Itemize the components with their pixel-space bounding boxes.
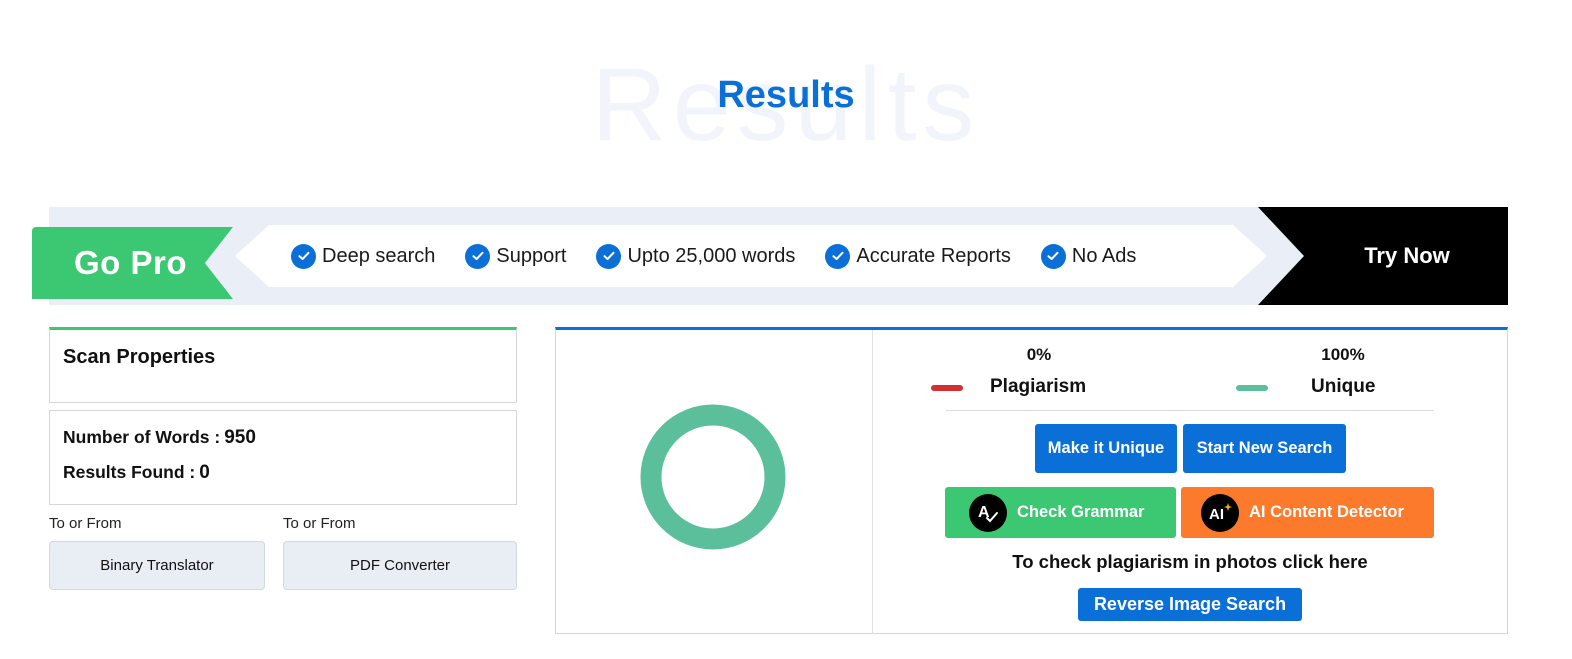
feature-label: Deep search (322, 244, 436, 267)
check-grammar-label: Check Grammar (1017, 503, 1145, 521)
scan-properties-title: Scan Properties (63, 346, 216, 368)
feature-label: Upto 25,000 words (627, 244, 796, 267)
results-header: Results Results (0, 40, 1572, 163)
check-circle-icon (596, 244, 621, 269)
result-donut-chart (640, 404, 786, 550)
check-circle-icon (825, 244, 850, 269)
grammar-icon: A (969, 493, 1007, 532)
results-found-value: 0 (199, 462, 210, 483)
go-pro-ribbon: Go Pro (32, 227, 233, 299)
results-found-row: Results Found : 0 (63, 462, 210, 484)
photo-plagiarism-text: To check plagiarism in photos click here (1012, 551, 1368, 572)
svg-text:AI: AI (1209, 506, 1224, 523)
start-new-search-button[interactable]: Start New Search (1183, 424, 1346, 473)
check-circle-icon (1041, 244, 1066, 269)
feature-accurate-reports: Accurate Reports (825, 244, 1011, 269)
word-count-value: 950 (224, 427, 256, 448)
feature-no-ads: No Ads (1041, 244, 1136, 269)
try-now-label: Try Now (1364, 243, 1450, 268)
unique-legend-swatch (1236, 385, 1268, 391)
unique-percent: 100% (1321, 345, 1365, 364)
results-panel: 0% Plagiarism 100% Unique Make it Unique… (555, 327, 1508, 634)
word-count-label: Number of Words : (63, 427, 221, 447)
ai-content-detector-label: AI Content Detector (1249, 503, 1404, 521)
make-unique-button[interactable]: Make it Unique (1035, 424, 1177, 473)
reverse-image-search-button[interactable]: Reverse Image Search (1078, 588, 1302, 621)
unique-ring (640, 404, 786, 550)
scan-properties-body: Number of Words : 950 Results Found : 0 (49, 410, 517, 505)
feature-label: Support (496, 244, 567, 267)
ai-icon: AI (1201, 493, 1239, 532)
check-grammar-button[interactable]: A Check Grammar (945, 487, 1176, 538)
check-circle-icon (291, 244, 316, 269)
feature-deep-search: Deep search (291, 244, 435, 269)
tool-caption: To or From (283, 515, 356, 532)
panel-divider (872, 330, 873, 634)
go-pro-banner: Go Pro Deep search Support Upto 25,000 w… (32, 207, 1508, 305)
ai-content-detector-button[interactable]: AI AI Content Detector (1181, 487, 1434, 538)
feature-support: Support (465, 244, 566, 269)
try-now-button[interactable]: Try Now (1258, 207, 1508, 305)
pro-features-list: Deep search Support Upto 25,000 words Ac… (235, 225, 1267, 287)
plagiarism-percent: 0% (1026, 345, 1052, 364)
tool-caption: To or From (49, 515, 122, 532)
feature-word-limit: Upto 25,000 words (596, 244, 795, 269)
page-title: Results (717, 74, 855, 116)
plagiarism-legend-swatch (931, 385, 963, 391)
word-count-row: Number of Words : 950 (63, 427, 256, 449)
go-pro-label: Go Pro (74, 244, 188, 281)
check-circle-icon (465, 244, 490, 269)
feature-label: No Ads (1071, 244, 1137, 267)
plagiarism-label: Plagiarism (990, 376, 1087, 397)
unique-label: Unique (1311, 376, 1376, 397)
results-found-label: Results Found : (63, 462, 196, 482)
binary-translator-button[interactable]: Binary Translator (49, 541, 265, 590)
stats-divider (946, 410, 1434, 411)
pdf-converter-button[interactable]: PDF Converter (283, 541, 517, 590)
scan-properties-header: Scan Properties (49, 327, 517, 403)
feature-label: Accurate Reports (856, 244, 1011, 267)
